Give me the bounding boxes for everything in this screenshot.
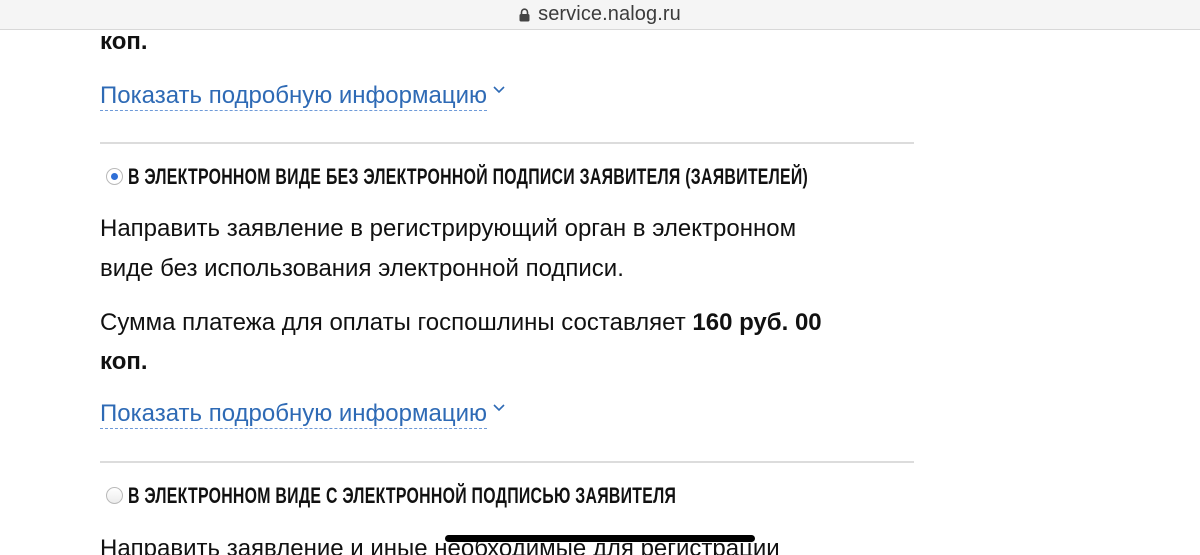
- fee-prefix: Сумма платежа для оплаты госпошлины сост…: [100, 309, 686, 336]
- option-description-line-2: виде без использования электронной подпи…: [100, 255, 624, 282]
- show-details-link[interactable]: Показать подробную информацию: [100, 400, 487, 429]
- show-details-link[interactable]: Показать подробную информацию: [100, 82, 487, 111]
- previous-more-info[interactable]: Показать подробную информацию: [100, 82, 505, 111]
- chevron-down-icon: [493, 404, 505, 412]
- previous-fee-tail: коп.: [100, 30, 148, 55]
- browser-address-bar[interactable]: service.nalog.ru: [0, 0, 1200, 30]
- chevron-down-icon: [493, 86, 505, 94]
- option-description-line-1: Направить заявление в регистрирующий орг…: [100, 215, 797, 242]
- home-indicator: [445, 535, 755, 542]
- option-title-with-signature: В ЭЛЕКТРОННОМ ВИДЕ С ЭЛЕКТРОННОЙ ПОДПИСЬ…: [128, 483, 677, 508]
- address-url: service.nalog.ru: [538, 3, 681, 25]
- page-content: коп. Показать подробную информацию В ЭЛЕ…: [0, 30, 1200, 555]
- option-title-no-signature: В ЭЛЕКТРОННОМ ВИДЕ БЕЗ ЭЛЕКТРОННОЙ ПОДПИ…: [128, 164, 809, 189]
- section-divider: [100, 142, 914, 144]
- more-info[interactable]: Показать подробную информацию: [100, 400, 505, 429]
- fee-line: Сумма платежа для оплаты госпошлины сост…: [100, 304, 900, 342]
- section-divider: [100, 461, 914, 463]
- fee-tail: коп.: [100, 348, 148, 375]
- radio-no-signature[interactable]: [106, 168, 123, 185]
- radio-with-signature[interactable]: [106, 487, 123, 504]
- lock-icon: [519, 8, 530, 22]
- fee-amount: 160 руб. 00: [692, 309, 822, 336]
- option-description-partial: Направить заявление и иные необходимые д…: [100, 535, 780, 555]
